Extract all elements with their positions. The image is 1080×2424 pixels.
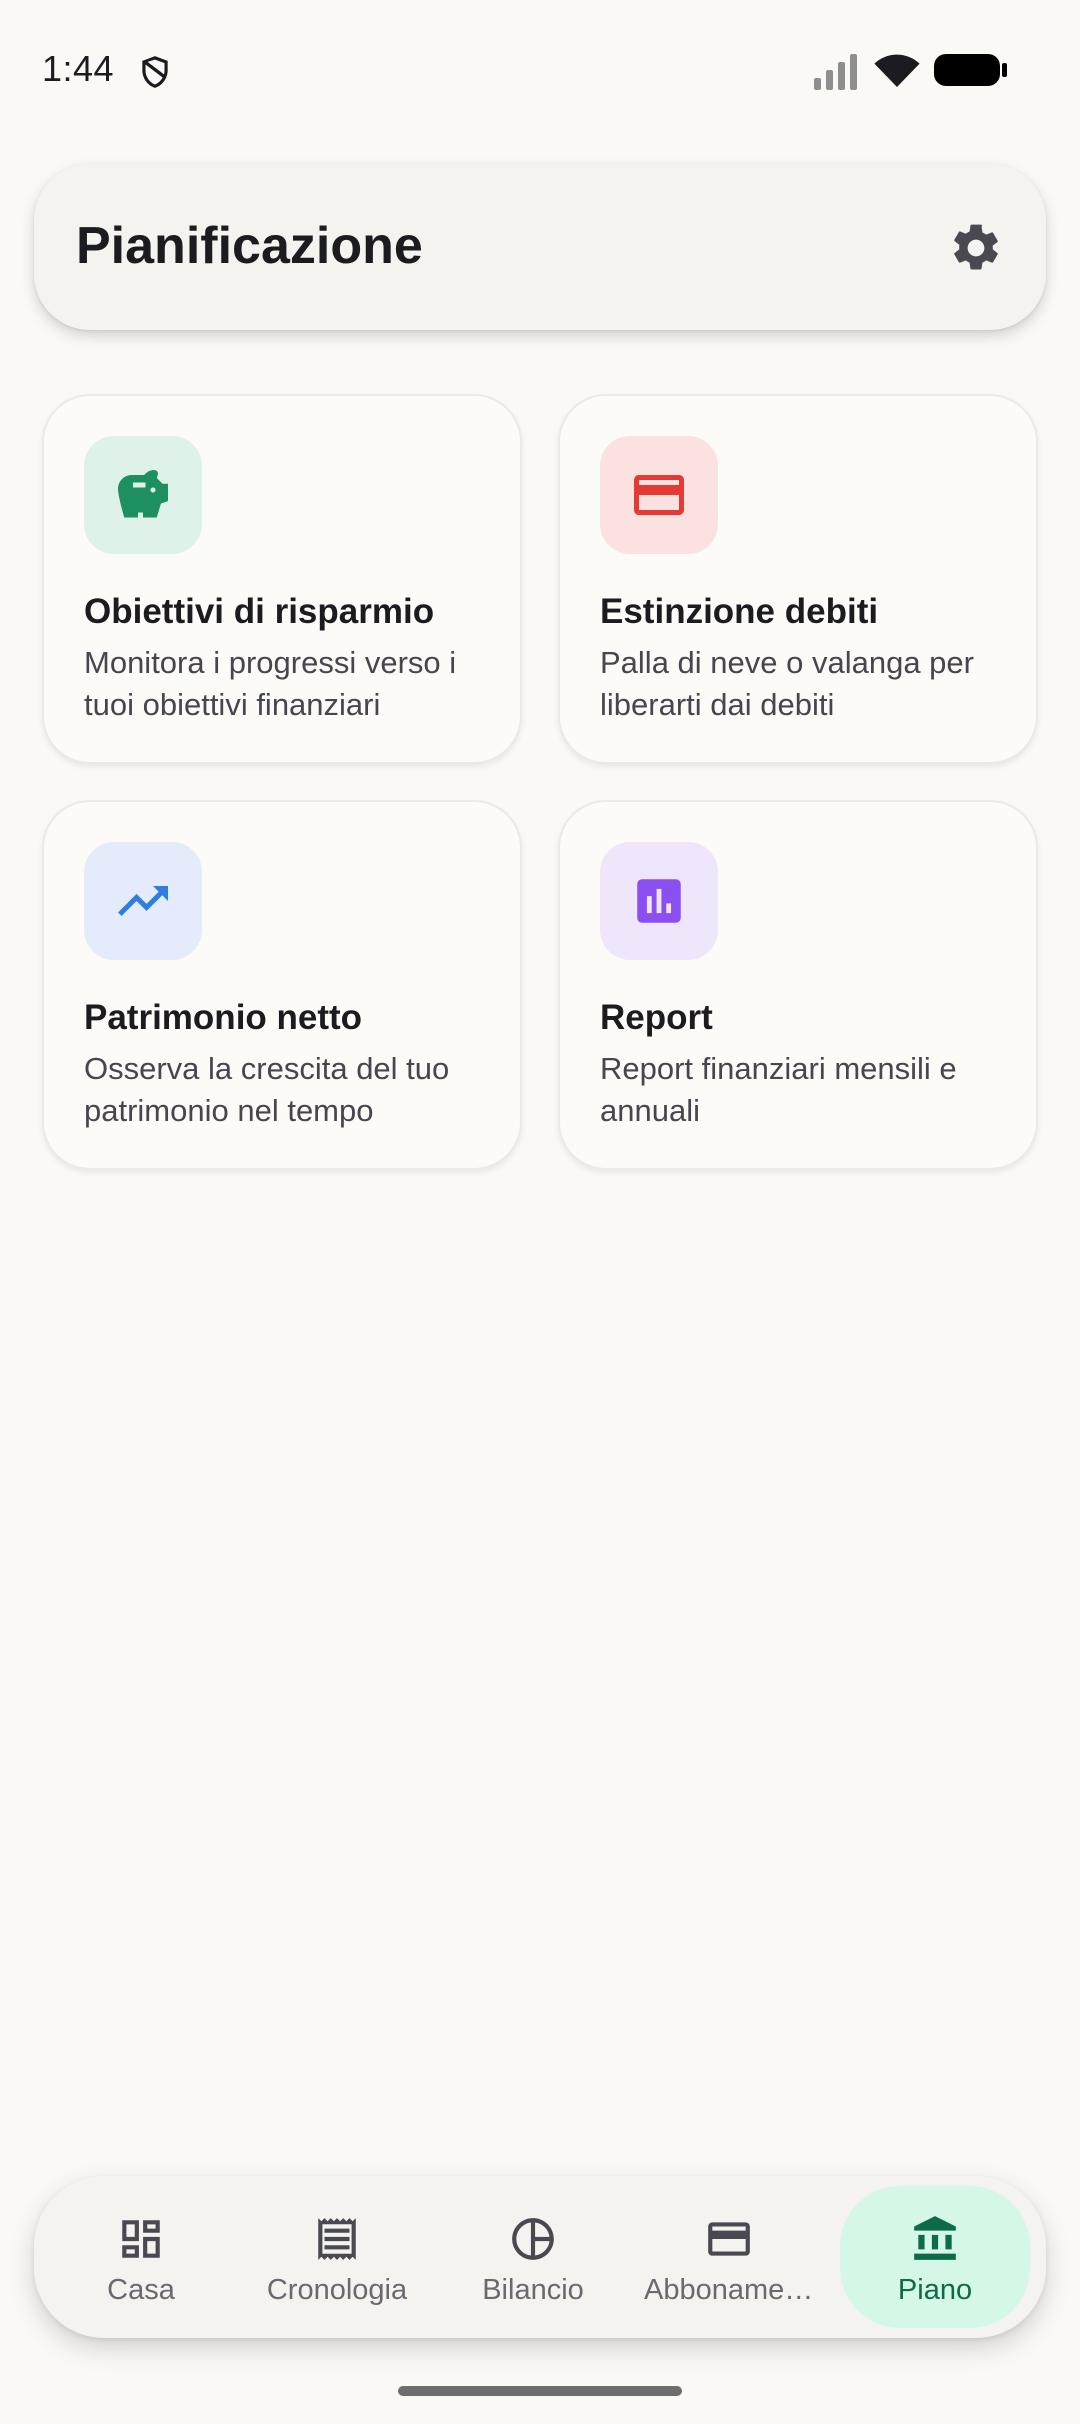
settings-button[interactable] [944, 216, 1008, 280]
nav-label: Bilancio [482, 2274, 584, 2306]
gear-icon [954, 224, 998, 270]
nav-label: Casa [107, 2274, 175, 2306]
nav-label: Piano [897, 2274, 973, 2306]
pie-chart-icon [512, 2218, 554, 2260]
nav-item-bilancio[interactable]: Bilancio [438, 2186, 628, 2328]
card-title: Patrimonio netto [84, 998, 363, 1037]
shield-icon [142, 56, 168, 88]
signal-icon [814, 54, 857, 90]
receipt-icon [318, 2218, 356, 2260]
home-indicator[interactable] [398, 2386, 682, 2396]
credit-card-icon [708, 2222, 750, 2256]
card-savings-goals[interactable]: Obiettivi di risparmio Monitora i progre… [42, 394, 522, 764]
nav-label: Cronologia [266, 2274, 408, 2306]
wifi-icon [874, 54, 920, 87]
page-title: Pianificazione [76, 217, 423, 275]
bank-icon [914, 2216, 956, 2260]
status-bar: 1:44 [0, 0, 1080, 140]
status-time: 1:44 [42, 48, 115, 89]
trending-up-icon [118, 886, 168, 916]
card-description: Monitora i progressi verso i tuoi obiett… [84, 645, 457, 722]
card-icon-container [84, 842, 202, 960]
card-net-worth[interactable]: Patrimonio netto Osserva la crescita del… [42, 800, 522, 1170]
card-icon-container [84, 436, 202, 554]
nav-item-cronologia[interactable]: Cronologia [242, 2186, 432, 2328]
nav-item-casa[interactable]: Casa [46, 2186, 236, 2328]
card-icon-container [600, 842, 718, 960]
nav-item-abbonamenti[interactable]: Abbonamenti [634, 2186, 824, 2328]
nav-item-piano[interactable]: Piano [840, 2186, 1030, 2328]
card-description: Report finanziari mensili e annuali [600, 1051, 957, 1128]
battery-icon [934, 54, 1007, 86]
nav-label: Abbonamenti [644, 2274, 814, 2306]
bar-chart-icon [637, 879, 681, 923]
card-report[interactable]: Report Report finanziari mensili e annua… [558, 800, 1038, 1170]
top-app-bar: Pianificazione [34, 164, 1046, 330]
card-title: Obiettivi di risparmio [84, 592, 435, 631]
card-description: Osserva la crescita del tuo patrimonio n… [84, 1051, 450, 1128]
dashboard-icon [122, 2220, 160, 2258]
bottom-navigation: Casa Cronologia Bilancio Abbonamenti Pia… [34, 2176, 1046, 2338]
card-debt-payoff[interactable]: Estinzione debiti Palla di neve o valang… [558, 394, 1038, 764]
card-title: Report [600, 998, 713, 1037]
card-description: Palla di neve o valanga per liberarti da… [600, 645, 974, 722]
card-title: Estinzione debiti [600, 592, 879, 631]
card-icon-container [600, 436, 718, 554]
credit-card-icon [634, 475, 684, 515]
piggy-bank-icon [118, 470, 168, 518]
